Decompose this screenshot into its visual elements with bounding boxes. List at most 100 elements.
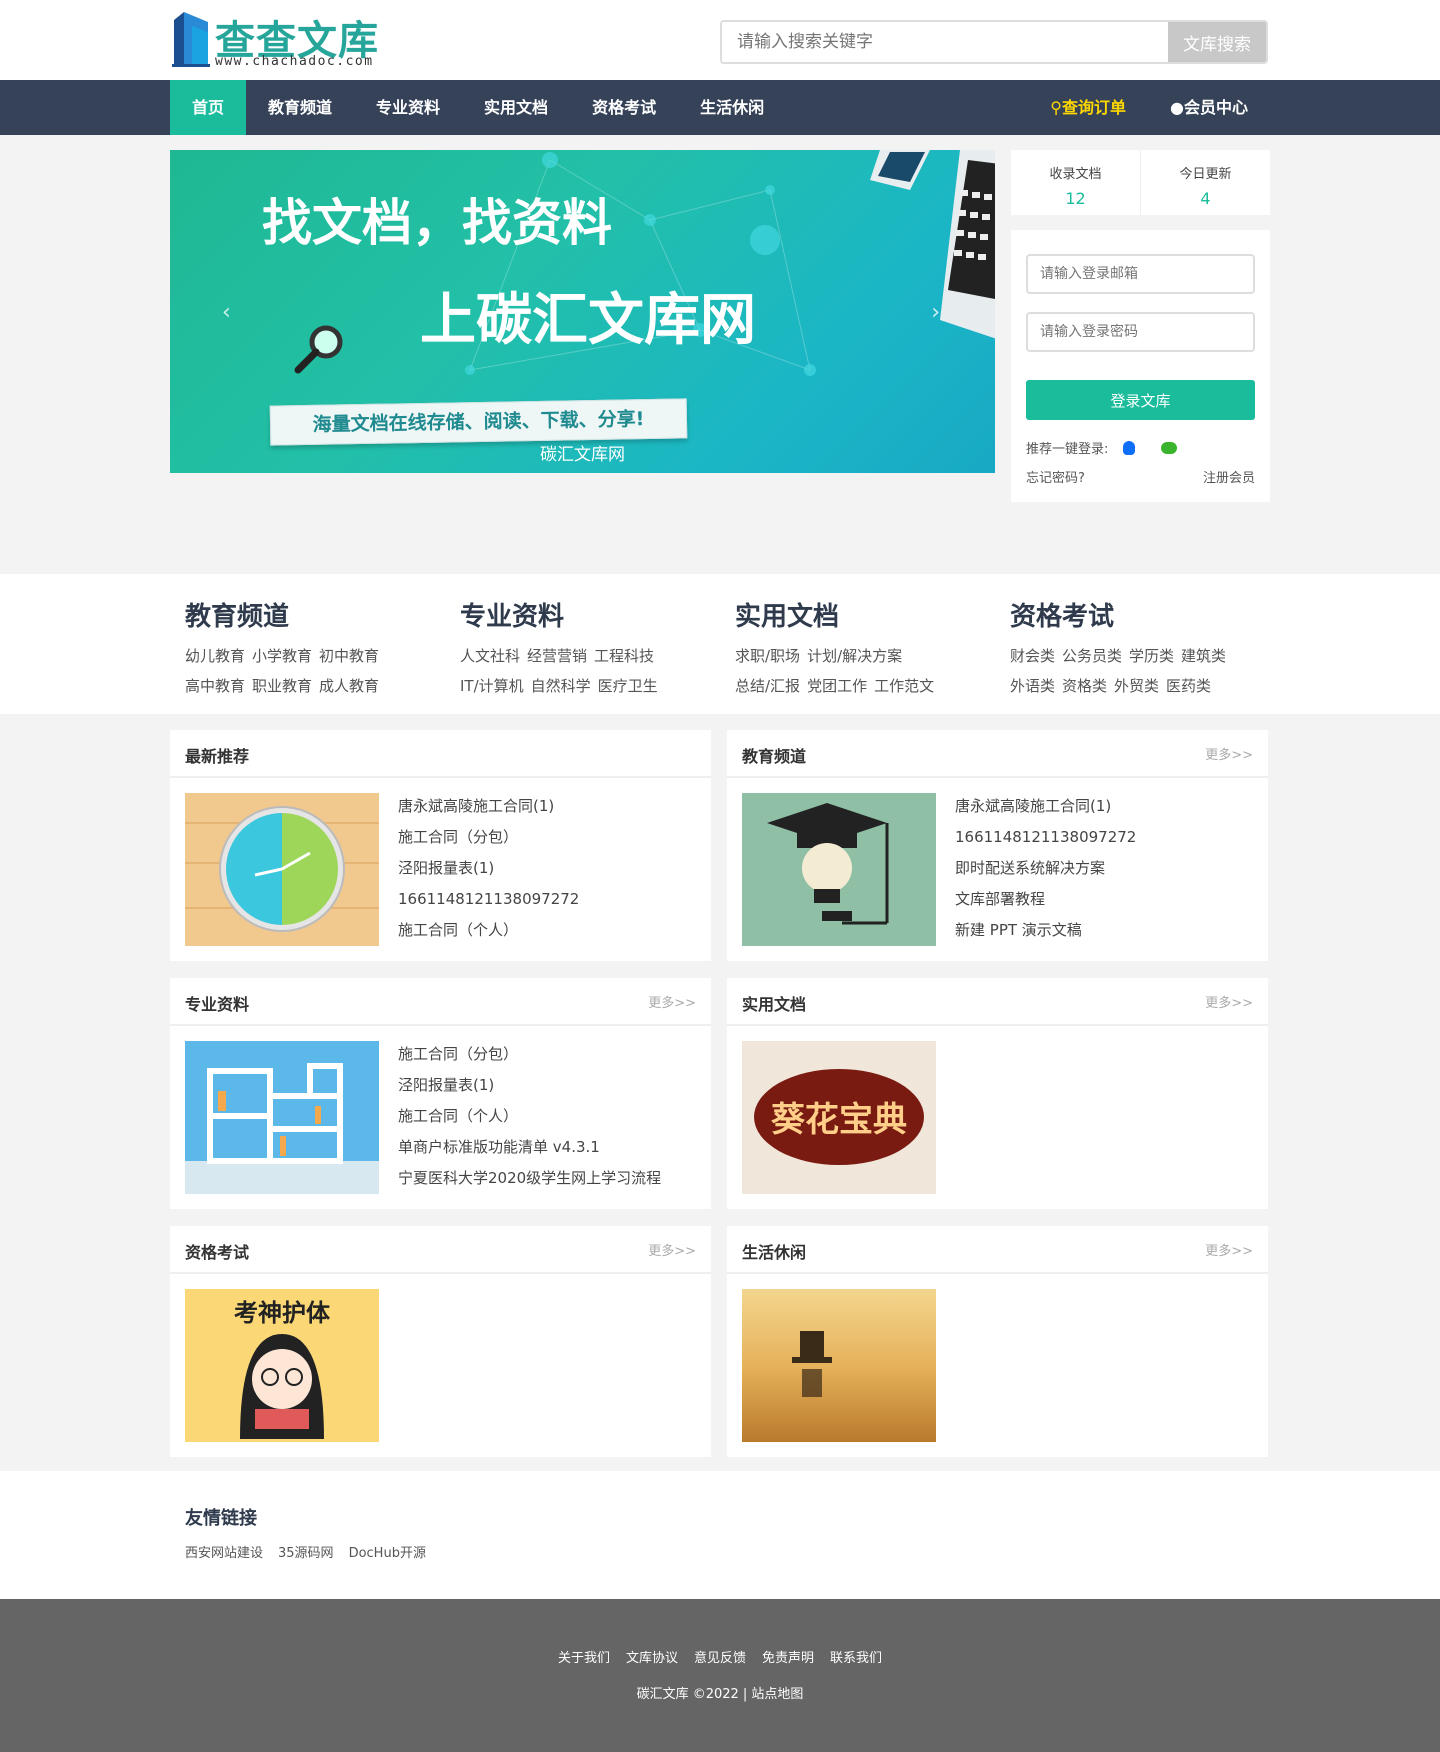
category-link[interactable]: 初中教育 bbox=[319, 647, 379, 665]
category-link[interactable]: 建筑类 bbox=[1181, 647, 1226, 665]
forgot-password-link[interactable]: 忘记密码? bbox=[1026, 467, 1085, 486]
nav-item-professional[interactable]: 专业资料 bbox=[354, 80, 462, 135]
nav-item-practical[interactable]: 实用文档 bbox=[462, 80, 570, 135]
nav-item-home[interactable]: 首页 bbox=[170, 80, 247, 135]
category-title[interactable]: 教育频道 bbox=[185, 596, 445, 633]
doc-link[interactable]: 即时配送系统解决方案 bbox=[955, 853, 1136, 884]
category-link[interactable]: 小学教育 bbox=[252, 647, 312, 665]
doc-link[interactable]: 泾阳报量表(1) bbox=[398, 853, 579, 884]
site-logo[interactable]: 查查文库 www.chachadoc.com bbox=[170, 8, 390, 70]
banner-prev-arrow[interactable]: ‹ bbox=[222, 300, 231, 325]
category-link[interactable]: 资格类 bbox=[1062, 677, 1107, 695]
doc-link[interactable]: 施工合同（分包） bbox=[398, 822, 579, 853]
category-link[interactable]: 求职/职场 bbox=[735, 647, 800, 665]
panel-title: 资格考试 bbox=[185, 1243, 250, 1262]
doc-link[interactable]: 唐永斌高陵施工合同(1) bbox=[398, 791, 579, 822]
password-field[interactable] bbox=[1026, 312, 1255, 352]
category-link[interactable]: 工程科技 bbox=[594, 647, 654, 665]
category-link[interactable]: 幼儿教育 bbox=[185, 647, 245, 665]
search-button[interactable]: 文库搜索 bbox=[1168, 22, 1266, 62]
nav-item-leisure[interactable]: 生活休闲 bbox=[678, 80, 786, 135]
more-link[interactable]: 更多>> bbox=[1205, 1240, 1253, 1259]
svg-text:考神护体: 考神护体 bbox=[234, 1299, 331, 1327]
login-button[interactable]: 登录文库 bbox=[1026, 380, 1255, 420]
doc-link[interactable]: 施工合同（分包） bbox=[398, 1039, 661, 1070]
qq-icon[interactable] bbox=[1122, 441, 1135, 455]
category-link[interactable]: 党团工作 bbox=[807, 677, 867, 695]
stats-panel: 收录文档 12 今日更新 4 bbox=[1011, 150, 1270, 215]
more-link[interactable]: 更多>> bbox=[648, 992, 696, 1011]
category-link[interactable]: 成人教育 bbox=[319, 677, 379, 695]
footer-link[interactable]: 免责声明 bbox=[762, 1651, 814, 1666]
footer-link[interactable]: 关于我们 bbox=[558, 1651, 610, 1666]
doc-link[interactable]: 新建 PPT 演示文稿 bbox=[955, 915, 1136, 946]
category-link[interactable]: IT/计算机 bbox=[460, 677, 524, 695]
doc-link[interactable]: 泾阳报量表(1) bbox=[398, 1070, 661, 1101]
doc-link[interactable]: 单商户标准版功能清单 v4.3.1 bbox=[398, 1132, 661, 1163]
category-link[interactable]: 人文社科 bbox=[460, 647, 520, 665]
category-link-row: 求职/职场 计划/解决方案 bbox=[735, 641, 995, 671]
doc-link[interactable]: 文库部署教程 bbox=[955, 884, 1136, 915]
nav-item-exam[interactable]: 资格考试 bbox=[570, 80, 678, 135]
panel-thumbnail[interactable]: 葵花宝典 bbox=[742, 1041, 936, 1194]
laptop-icon bbox=[870, 150, 995, 339]
category-link[interactable]: 医药类 bbox=[1166, 677, 1211, 695]
footer-link[interactable]: 文库协议 bbox=[626, 1651, 678, 1666]
stat-total-docs-value: 12 bbox=[1065, 189, 1086, 208]
header: 查查文库 www.chachadoc.com 文库搜索 bbox=[0, 0, 1440, 80]
stat-total-docs: 收录文档 12 bbox=[1011, 150, 1140, 215]
category-link[interactable]: 学历类 bbox=[1129, 647, 1174, 665]
category-link-row: 财会类 公务员类 学历类 建筑类 bbox=[1010, 641, 1270, 671]
category-title[interactable]: 专业资料 bbox=[460, 596, 720, 633]
panel-thumbnail[interactable] bbox=[185, 793, 379, 946]
doc-list: 唐永斌高陵施工合同(1) 施工合同（分包） 泾阳报量表(1) 166114812113… bbox=[398, 791, 579, 946]
panel-thumbnail[interactable] bbox=[742, 793, 936, 946]
stat-today-value: 4 bbox=[1200, 189, 1211, 208]
more-link[interactable]: 更多>> bbox=[1205, 992, 1253, 1011]
email-field[interactable] bbox=[1026, 254, 1255, 294]
friend-link[interactable]: DocHub开源 bbox=[349, 1546, 426, 1561]
category-block: 专业资料人文社科 经营营销 工程科技 IT/计算机 自然科学 医疗卫生 bbox=[445, 596, 720, 701]
footer-link[interactable]: 意见反馈 bbox=[694, 1651, 746, 1666]
doc-link[interactable]: 施工合同（个人） bbox=[398, 1101, 661, 1132]
panel-grid: 最新推荐 唐永斌高陵施工合同(1) 施工合同（分包） 泾阳报量表(1) 16611481… bbox=[170, 714, 1270, 1457]
more-link[interactable]: 更多>> bbox=[648, 1240, 696, 1259]
footer-link[interactable]: 联系我们 bbox=[830, 1651, 882, 1666]
category-link[interactable]: 财会类 bbox=[1010, 647, 1055, 665]
panel-thumbnail[interactable] bbox=[185, 1041, 379, 1194]
category-link[interactable]: 计划/解决方案 bbox=[807, 647, 902, 665]
friend-link[interactable]: 35源码网 bbox=[278, 1546, 334, 1561]
category-link[interactable]: 经营营销 bbox=[527, 647, 587, 665]
panel-title: 教育频道 bbox=[742, 747, 807, 766]
category-link[interactable]: 外贸类 bbox=[1114, 677, 1159, 695]
doc-link[interactable]: 宁夏医科大学2020级学生网上学习流程 bbox=[398, 1163, 661, 1194]
doc-link[interactable]: 唐永斌高陵施工合同(1) bbox=[955, 791, 1136, 822]
category-link[interactable]: 职业教育 bbox=[252, 677, 312, 695]
category-title[interactable]: 实用文档 bbox=[735, 596, 995, 633]
svg-text:葵花宝典: 葵花宝典 bbox=[771, 1100, 907, 1140]
banner-next-arrow[interactable]: › bbox=[931, 300, 940, 325]
banner-carousel[interactable]: 找文档，找资料 上碳汇文库网 海量文档在线存储、阅读、下载、分享! ‹ › 碳汇… bbox=[170, 150, 995, 473]
category-link-row: 外语类 资格类 外贸类 医药类 bbox=[1010, 671, 1270, 701]
nav-item-education[interactable]: 教育频道 bbox=[246, 80, 354, 135]
category-link[interactable]: 自然科学 bbox=[531, 677, 591, 695]
friend-link[interactable]: 西安网站建设 bbox=[185, 1546, 263, 1561]
category-title[interactable]: 资格考试 bbox=[1010, 596, 1270, 633]
category-link[interactable]: 高中教育 bbox=[185, 677, 245, 695]
doc-link[interactable]: 1661148121138097272 bbox=[398, 884, 579, 915]
doc-link[interactable]: 1661148121138097272 bbox=[955, 822, 1136, 853]
doc-link[interactable]: 施工合同（个人） bbox=[398, 915, 579, 946]
search-input[interactable] bbox=[722, 22, 1168, 62]
category-link[interactable]: 外语类 bbox=[1010, 677, 1055, 695]
more-link[interactable]: 更多>> bbox=[1205, 744, 1253, 763]
wechat-icon[interactable] bbox=[1160, 442, 1177, 454]
panel-thumbnail[interactable]: 考神护体 bbox=[185, 1289, 379, 1442]
category-link[interactable]: 公务员类 bbox=[1062, 647, 1122, 665]
category-link[interactable]: 工作范文 bbox=[874, 677, 934, 695]
category-link[interactable]: 医疗卫生 bbox=[598, 677, 658, 695]
register-link[interactable]: 注册会员 bbox=[1203, 467, 1255, 486]
category-link[interactable]: 总结/汇报 bbox=[735, 677, 800, 695]
panel-thumbnail[interactable] bbox=[742, 1289, 936, 1442]
query-orders-link[interactable]: ⚲查询订单 bbox=[1028, 80, 1148, 135]
member-center-link[interactable]: ●会员中心 bbox=[1148, 80, 1270, 135]
